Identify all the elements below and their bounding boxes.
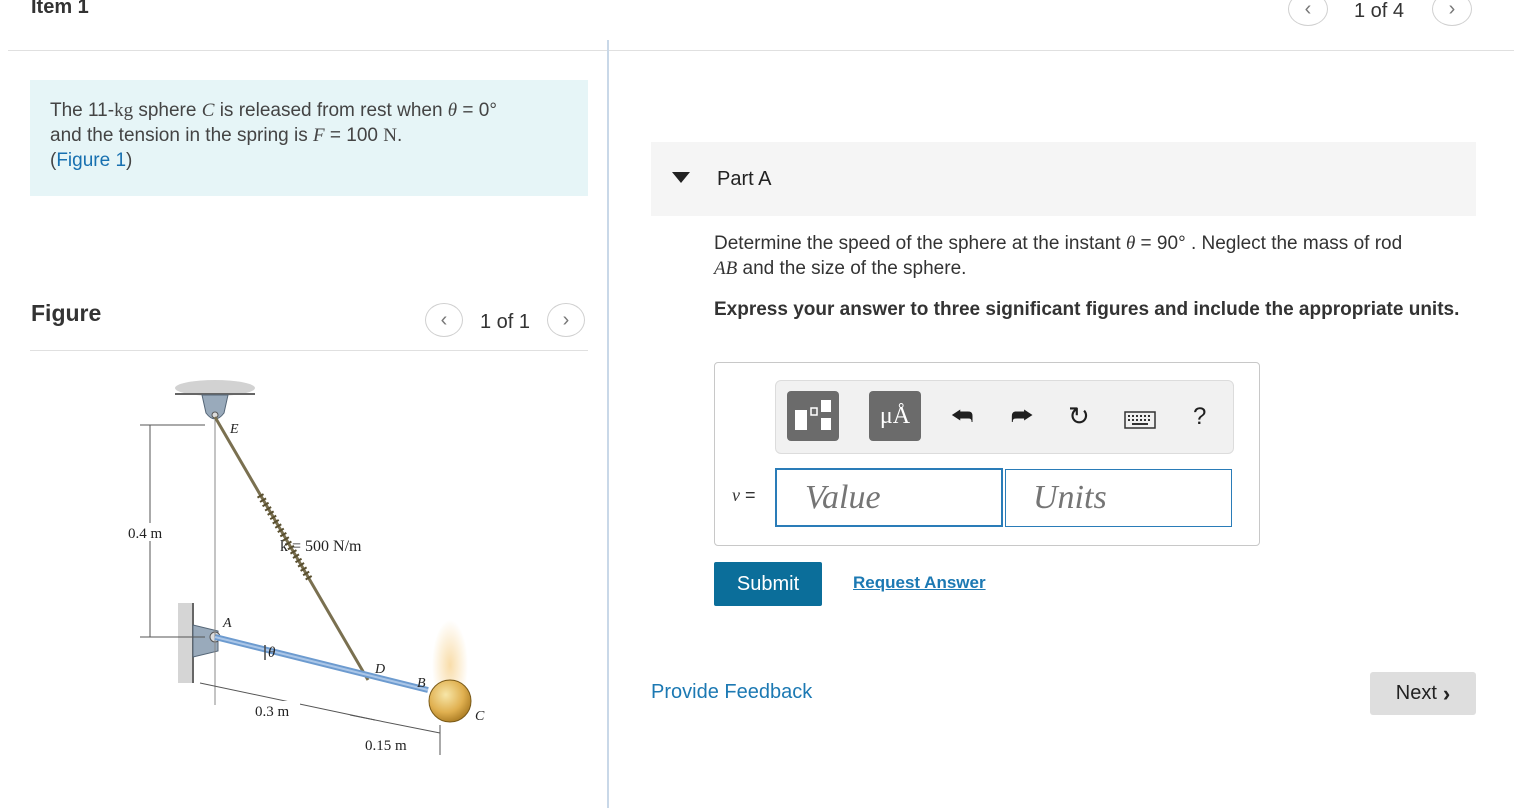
problem-line-1: The 11-kg sphere C is released from rest…: [50, 100, 497, 121]
problem-line-2: and the tension in the spring is F = 100…: [50, 125, 403, 146]
redo-icon[interactable]: ⮫: [1011, 403, 1033, 431]
theta-label: θ: [268, 645, 276, 661]
chevron-right-icon: ›: [1442, 680, 1451, 706]
length-ad-label: 0.3 m: [255, 704, 290, 720]
answer-instruction: Express your answer to three significant…: [714, 299, 1460, 320]
figure-pager: ‹ 1 of 1 ›: [425, 303, 588, 337]
item-title: Item 1: [31, 0, 89, 18]
next-button[interactable]: Next ›: [1370, 672, 1476, 715]
chevron-left-icon: ‹: [440, 308, 448, 331]
submit-button[interactable]: Submit: [714, 562, 822, 606]
chevron-left-icon: ‹: [1304, 0, 1312, 20]
pane-splitter[interactable]: [607, 40, 609, 808]
next-button-label: Next: [1395, 682, 1437, 704]
label-a: A: [222, 616, 232, 631]
request-answer-link[interactable]: Request Answer: [853, 573, 986, 593]
figure-pager-text: 1 of 1: [480, 311, 531, 333]
chevron-right-icon: ›: [562, 308, 570, 331]
figure-divider: [30, 350, 588, 351]
question-text: Determine the speed of the sphere at the…: [714, 233, 1403, 279]
part-a-header[interactable]: [651, 142, 1476, 216]
previous-item-button[interactable]: ‹: [1288, 0, 1328, 26]
item-pager: ‹ 1 of 4 ›: [1288, 0, 1478, 26]
value-input[interactable]: [775, 468, 1003, 527]
collapse-caret-icon[interactable]: [672, 172, 690, 183]
figure-heading: Figure: [31, 300, 102, 326]
label-d: D: [374, 662, 385, 677]
header-divider: [8, 50, 1514, 51]
next-figure-button[interactable]: ›: [547, 303, 585, 337]
provide-feedback-link[interactable]: Provide Feedback: [651, 681, 812, 704]
length-db-label: 0.15 m: [365, 738, 407, 754]
figure-link-line: (Figure 1): [50, 150, 133, 171]
fraction-template-icon[interactable]: [787, 391, 839, 441]
figure-link[interactable]: Figure 1: [56, 150, 126, 171]
spring-constant-label: k = 500 N/m: [280, 538, 362, 555]
keyboard-icon[interactable]: [1124, 411, 1156, 429]
units-button[interactable]: μÅ: [869, 391, 921, 441]
reset-icon[interactable]: ↻: [1068, 401, 1090, 432]
label-e: E: [229, 422, 239, 437]
label-b: B: [417, 676, 426, 691]
units-input[interactable]: [1005, 469, 1232, 527]
help-icon[interactable]: ?: [1193, 403, 1206, 431]
variable-label: v =: [732, 485, 756, 505]
next-item-button[interactable]: ›: [1432, 0, 1472, 26]
undo-icon[interactable]: ⮪: [951, 403, 973, 431]
wall-support: [178, 603, 192, 683]
part-a-title: Part A: [717, 168, 772, 190]
mechanism-diagram: E A 0.4 m k = 500 N/m D B θ C 0.3 m 0.15…: [126, 380, 485, 755]
problem-statement: The 11-kg sphere C is released from rest…: [30, 80, 588, 196]
label-c: C: [475, 709, 485, 724]
chevron-right-icon: ›: [1448, 0, 1456, 20]
previous-figure-button[interactable]: ‹: [425, 303, 463, 337]
math-toolbar: μÅ ⮪ ⮫ ↻ ?: [775, 380, 1234, 454]
sphere-c: [428, 679, 472, 723]
item-pager-text: 1 of 4: [1354, 0, 1405, 22]
height-dimension-label: 0.4 m: [128, 526, 163, 542]
